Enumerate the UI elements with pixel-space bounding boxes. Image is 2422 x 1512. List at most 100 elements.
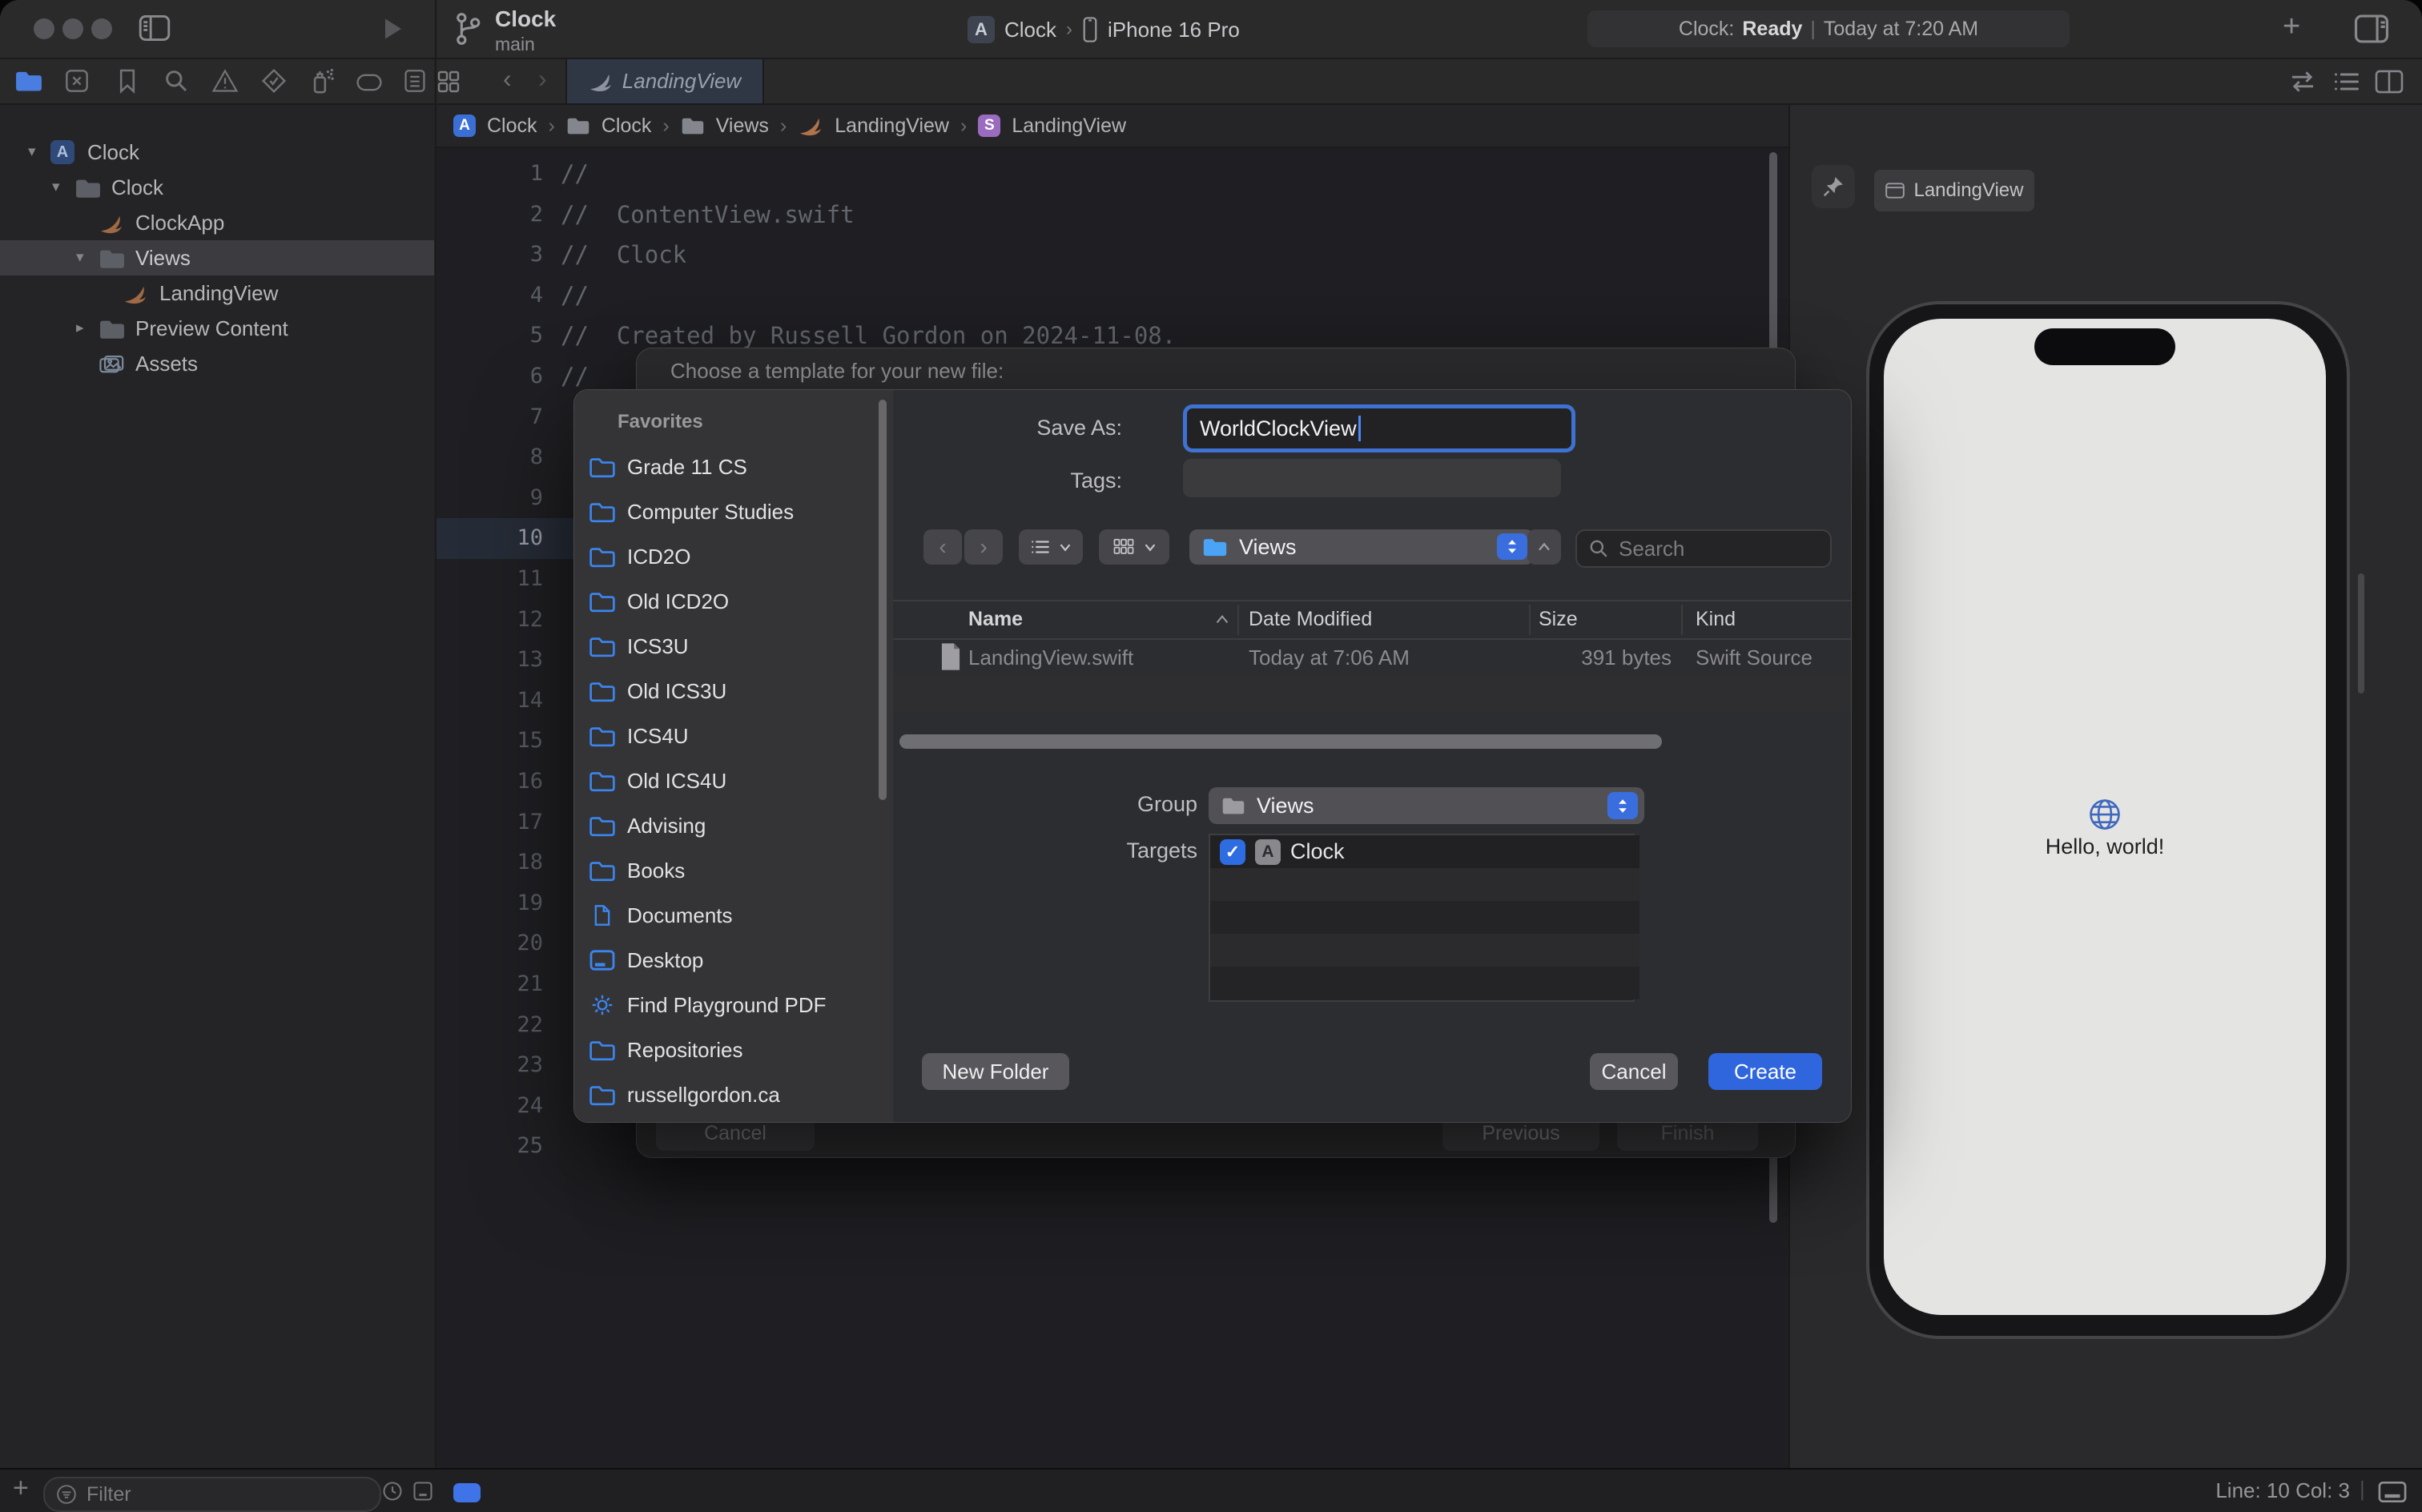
disclosure-closed-icon[interactable]: ▸ bbox=[76, 319, 84, 337]
tab-landingview[interactable]: LandingView bbox=[565, 59, 764, 103]
find-navigator-icon[interactable] bbox=[163, 68, 189, 94]
disclosure-open-icon[interactable]: ▾ bbox=[28, 143, 36, 161]
favorite-item-grade-11-cs[interactable]: Grade 11 CS bbox=[589, 448, 869, 485]
favorite-item-ics4u[interactable]: ICS4U bbox=[589, 718, 869, 754]
line-number: 16 bbox=[481, 762, 543, 802]
sidebar-item-assets[interactable]: Assets bbox=[0, 346, 434, 381]
list-view-button[interactable] bbox=[1019, 529, 1083, 565]
column-divider[interactable] bbox=[1529, 605, 1531, 635]
forward-history-icon[interactable]: › bbox=[538, 64, 547, 94]
favorite-item-books[interactable]: Books bbox=[589, 852, 869, 889]
search-field[interactable] bbox=[1575, 529, 1832, 568]
favorite-item-old-icd2o[interactable]: Old ICD2O bbox=[589, 583, 869, 620]
minimap-icon[interactable] bbox=[2332, 69, 2361, 94]
new-folder-button[interactable]: New Folder bbox=[922, 1053, 1069, 1090]
favorite-item-desktop[interactable]: Desktop bbox=[589, 942, 869, 979]
scheme-selector[interactable]: A Clock › iPhone 16 Pro bbox=[968, 14, 1240, 45]
back-button[interactable]: ‹ bbox=[923, 529, 962, 565]
bookmarks-navigator-icon[interactable] bbox=[117, 67, 138, 94]
favorite-item-russellgordon-ca[interactable]: russellgordon.ca bbox=[589, 1076, 869, 1113]
favorite-item-icd2o[interactable]: ICD2O bbox=[589, 538, 869, 575]
sidebar-item-landingview[interactable]: LandingView bbox=[0, 275, 434, 311]
editor-scrollbar[interactable] bbox=[1769, 152, 1777, 376]
save-as-field[interactable]: WorldClockView bbox=[1183, 404, 1575, 452]
tests-navigator-icon[interactable] bbox=[261, 68, 287, 94]
favorite-item-documents[interactable]: Documents bbox=[589, 897, 869, 934]
breadcrumb-item[interactable]: Clock bbox=[601, 115, 652, 138]
breadcrumb-item[interactable]: Views bbox=[716, 115, 769, 138]
favorite-item-computer-studies[interactable]: Computer Studies bbox=[589, 493, 869, 530]
column-size[interactable]: Size bbox=[1539, 608, 1578, 631]
favorite-item-old-ics4u[interactable]: Old ICS4U bbox=[589, 762, 869, 799]
cancel-button[interactable]: Cancel bbox=[1590, 1053, 1678, 1090]
column-kind[interactable]: Kind bbox=[1696, 608, 1736, 631]
targets-list[interactable]: ✓ A Clock bbox=[1209, 834, 1635, 1002]
add-file-button[interactable]: + bbox=[13, 1473, 29, 1504]
breadcrumb-item[interactable]: Clock bbox=[487, 115, 537, 138]
breakpoints-navigator-icon[interactable] bbox=[356, 73, 383, 92]
editor-scrollbar[interactable] bbox=[1769, 1151, 1777, 1223]
favorite-item-old-ics3u[interactable]: Old ICS3U bbox=[589, 673, 869, 710]
target-row-clock[interactable]: ✓ A Clock bbox=[1210, 835, 1639, 868]
favorite-item-advising[interactable]: Advising bbox=[589, 807, 869, 844]
toggle-inspector-icon[interactable] bbox=[2353, 13, 2390, 45]
related-items-icon[interactable] bbox=[2287, 69, 2318, 94]
sidebar-item-clock[interactable]: ▾AClock bbox=[0, 135, 434, 170]
pin-preview-button[interactable] bbox=[1812, 165, 1855, 208]
search-input[interactable] bbox=[1617, 536, 1804, 562]
run-button[interactable] bbox=[383, 17, 404, 41]
filter-field[interactable] bbox=[43, 1477, 381, 1512]
favorite-item-ics3u[interactable]: ICS3U bbox=[589, 628, 869, 665]
editor-options-icon[interactable] bbox=[2377, 1480, 2408, 1504]
column-divider[interactable] bbox=[1681, 605, 1683, 635]
changes-navigator-icon[interactable] bbox=[64, 68, 90, 94]
up-directory-button[interactable] bbox=[1527, 529, 1561, 565]
forward-button[interactable]: › bbox=[964, 529, 1003, 565]
recent-files-icon[interactable] bbox=[381, 1480, 404, 1502]
breadcrumb-item[interactable]: LandingView bbox=[835, 115, 949, 138]
tags-field[interactable] bbox=[1183, 459, 1561, 497]
sidebar-divider[interactable] bbox=[435, 0, 437, 1468]
grid-view-button[interactable] bbox=[1099, 529, 1169, 565]
editor-tab-bar: ‹ › LandingView bbox=[436, 59, 2422, 105]
reports-navigator-icon[interactable] bbox=[404, 67, 426, 94]
sidebar-item-clockapp[interactable]: ClockApp bbox=[0, 205, 434, 240]
column-date-modified[interactable]: Date Modified bbox=[1249, 608, 1372, 631]
editor-grid-icon[interactable] bbox=[436, 69, 461, 94]
target-checkbox[interactable]: ✓ bbox=[1220, 839, 1245, 865]
zoom-button[interactable] bbox=[91, 18, 112, 39]
disclosure-open-icon[interactable]: ▾ bbox=[76, 248, 84, 267]
filter-scope-icon[interactable] bbox=[412, 1480, 434, 1502]
favorite-item-find-playground-pdf[interactable]: Find Playground PDF bbox=[589, 987, 869, 1023]
project-navigator-icon[interactable] bbox=[14, 70, 43, 92]
sidebar-item-clock[interactable]: ▾Clock bbox=[0, 170, 434, 205]
issues-navigator-icon[interactable] bbox=[211, 69, 239, 93]
folder-icon bbox=[589, 680, 616, 702]
line-number: 20 bbox=[481, 923, 543, 963]
sidebar-item-preview-content[interactable]: ▸Preview Content bbox=[0, 311, 434, 346]
horizontal-scrollbar[interactable] bbox=[899, 734, 1662, 749]
filter-input[interactable] bbox=[85, 1482, 344, 1507]
debug-navigator-icon[interactable] bbox=[309, 67, 336, 94]
toggle-navigator-icon[interactable] bbox=[138, 13, 171, 43]
close-button[interactable] bbox=[34, 18, 54, 39]
column-name[interactable]: Name bbox=[968, 608, 1023, 631]
file-table-header[interactable]: Name Date Modified Size Kind bbox=[893, 600, 1851, 640]
split-editor-icon[interactable] bbox=[2374, 69, 2404, 94]
breadcrumb-item[interactable]: LandingView bbox=[1012, 115, 1126, 138]
create-button[interactable]: Create bbox=[1708, 1053, 1822, 1090]
breadcrumb[interactable]: A Clock › Clock › Views › LandingView › … bbox=[436, 105, 1806, 148]
group-popup[interactable]: Views bbox=[1209, 787, 1644, 824]
favorites-scrollbar[interactable] bbox=[879, 400, 887, 800]
disclosure-open-icon[interactable]: ▾ bbox=[52, 178, 60, 196]
file-row[interactable]: LandingView.swift Today at 7:06 AM 391 b… bbox=[893, 638, 1851, 675]
location-popup[interactable]: Views bbox=[1189, 529, 1534, 565]
favorite-item-repositories[interactable]: Repositories bbox=[589, 1031, 869, 1068]
back-history-icon[interactable]: ‹ bbox=[503, 64, 512, 94]
add-button[interactable]: + bbox=[2283, 10, 2300, 44]
preview-tab-pill[interactable]: LandingView bbox=[1874, 170, 2034, 211]
column-divider[interactable] bbox=[1237, 605, 1239, 635]
minimize-button[interactable] bbox=[62, 18, 83, 39]
sidebar-item-views[interactable]: ▾Views bbox=[0, 240, 434, 275]
canvas-scrollbar[interactable] bbox=[2358, 573, 2364, 694]
